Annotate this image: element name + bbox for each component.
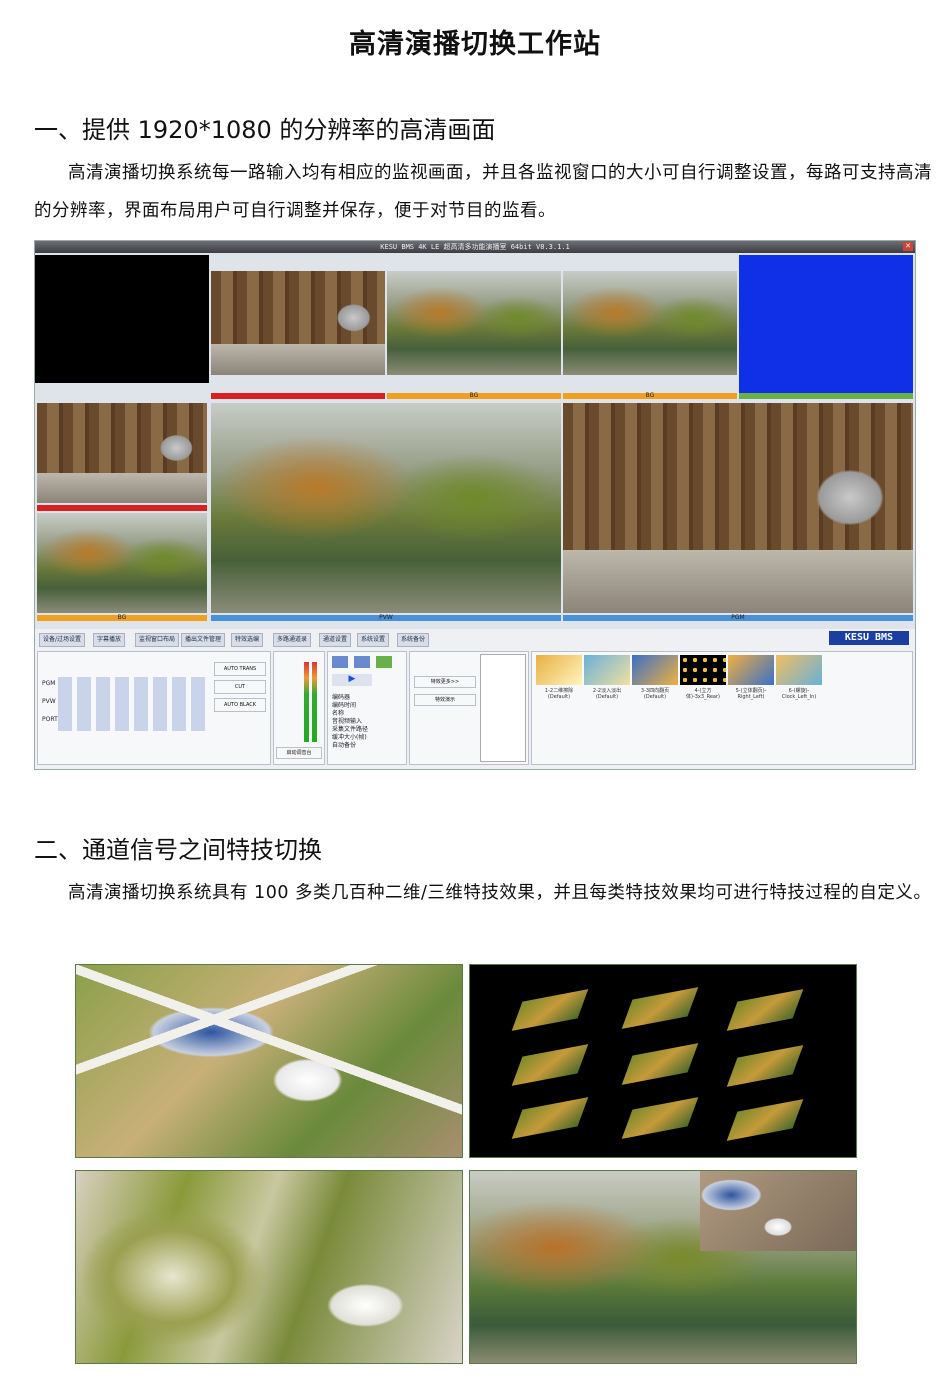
monitor-forest-1	[387, 271, 561, 375]
auto-trans-button[interactable]: AUTO TRANS	[214, 662, 266, 676]
control-panel: 设备/过场设置 字幕播放 监视窗口布局 播出文件管理 特效选编 多路通道录 通道…	[35, 629, 915, 769]
effect-category-list[interactable]	[480, 654, 526, 762]
section1-paragraph: 高清演播切换系统每一路输入均有相应的监视画面，并且各监视窗口的大小可自行调整设置…	[34, 163, 932, 221]
toolbar-button[interactable]: 监视窗口布局	[135, 633, 180, 647]
effect-tiles-image	[469, 964, 857, 1158]
toolbar-button[interactable]: 设备/过场设置	[39, 633, 86, 647]
more-effects-button[interactable]: 特效更多>>	[414, 676, 476, 688]
monitor-left-teapot	[37, 403, 207, 503]
effect-label: 6-(螺旋)-Clock_Left_In)	[781, 688, 817, 700]
monitor-bar-green	[739, 393, 913, 399]
switcher-screenshot: KESU BMS 4K LE 超高清多功能演播室 64bit V8.3.1.1 …	[34, 240, 916, 770]
program-monitor	[563, 403, 913, 613]
effect-tile	[621, 1097, 699, 1139]
switch-panel: PGM PVW PORT AUTO TRANS CUT AUTO BLACK	[37, 651, 271, 765]
play-icon[interactable]: ▶	[332, 674, 372, 686]
toolbar-button[interactable]: 多路通道录	[273, 633, 312, 647]
effect-curl-image	[75, 1170, 463, 1364]
mixer-button[interactable]: 启动调音台	[276, 747, 322, 759]
effect-tile	[511, 1097, 589, 1139]
level-meter	[312, 662, 317, 742]
monitor-label: BG	[563, 393, 737, 399]
effect-label: 4-(立方体)-3x3_Rear)	[686, 688, 720, 700]
monitor-black	[35, 255, 209, 383]
cut-button[interactable]: CUT	[214, 680, 266, 694]
monitor-forest-2	[563, 271, 737, 375]
effect-gallery: 1-2二维擦除(Default) 2-2淡入淡出(Default) 3-3四向翻…	[531, 651, 913, 765]
row-label: PORT	[42, 716, 58, 723]
toolbar-button[interactable]: 播出文件管理	[181, 633, 226, 647]
source-buttons[interactable]	[58, 677, 208, 731]
effect-label: 1-2二维擦除(Default)	[544, 688, 574, 700]
effect-label: 2-2淡入淡出(Default)	[592, 688, 622, 700]
monitor-blue	[739, 255, 913, 393]
pip-window	[700, 1171, 856, 1251]
pvw-label: PVW	[211, 615, 561, 621]
effect-demo-button[interactable]: 特效演示	[414, 694, 476, 706]
effect-label: 5-(立体翻页)-Right_Left)	[735, 688, 767, 700]
toolbar-button[interactable]: 系统设置	[357, 633, 390, 647]
tool-icon[interactable]	[332, 656, 348, 668]
monitor-bar-red	[211, 393, 385, 399]
row-label: PVW	[42, 698, 56, 705]
effect-tile	[726, 1099, 804, 1141]
effect-shatter-image	[75, 964, 463, 1158]
image-icon[interactable]	[354, 656, 370, 668]
effect-thumbnail[interactable]	[632, 655, 678, 685]
section1-heading: 一、提供 1920*1080 的分辨率的高清画面	[34, 116, 496, 144]
window-title: KESU BMS 4K LE 超高清多功能演播室 64bit V8.3.1.1	[35, 241, 915, 253]
pgm-label: PGM	[563, 615, 913, 621]
toolbar-button[interactable]: 系统备份	[397, 633, 430, 647]
monitor-left-forest	[37, 513, 207, 613]
row-label: PGM	[42, 680, 56, 687]
effect-pip-image	[469, 1170, 857, 1364]
effect-thumbnail[interactable]	[680, 655, 726, 685]
effect-tile	[621, 1043, 699, 1085]
info-item: 自动备份	[332, 742, 357, 749]
document-title: 高清演播切换工作站	[349, 29, 601, 60]
audio-panel: 启动调音台	[273, 651, 325, 765]
monitor-teapot	[211, 271, 385, 375]
effect-thumbnail[interactable]	[728, 655, 774, 685]
auto-black-button[interactable]: AUTO BLACK	[214, 698, 266, 712]
toolbar-button[interactable]: 特效选编	[231, 633, 264, 647]
section2-paragraph: 高清演播切换系统具有 100 多类几百种二维/三维特技效果，并且每类特技效果均可…	[68, 883, 932, 903]
level-meter	[304, 662, 309, 742]
preview-monitor	[211, 403, 561, 613]
encoder-panel: ▶ 编码器 编码时间 名称 音视频输入 采集文件路径 缓冲大小(帧) 自动备份	[327, 651, 407, 765]
toolbar-button[interactable]: 通道设置	[319, 633, 352, 647]
effect-tile	[511, 1044, 589, 1086]
effect-tile	[621, 987, 699, 1029]
record-icon[interactable]	[376, 656, 392, 668]
toolbar-button[interactable]: 字幕播放	[93, 633, 126, 647]
monitor-bar-red	[37, 505, 207, 511]
section2-heading: 二、通道信号之间特技切换	[34, 836, 322, 864]
monitor-label: BG	[387, 393, 561, 399]
close-icon[interactable]: ✕	[903, 242, 913, 251]
kesu-logo: KESU BMS	[829, 631, 909, 645]
effect-tile	[726, 1045, 804, 1087]
effect-thumbnail[interactable]	[536, 655, 582, 685]
effect-thumbnail[interactable]	[584, 655, 630, 685]
effect-panel: 特效更多>> 特效演示	[409, 651, 529, 765]
monitor-label: BG	[37, 615, 207, 621]
effect-tile	[511, 989, 589, 1031]
effect-tile	[726, 989, 804, 1031]
effect-thumbnail[interactable]	[776, 655, 822, 685]
effect-label: 3-3四向翻页(Default)	[640, 688, 670, 700]
